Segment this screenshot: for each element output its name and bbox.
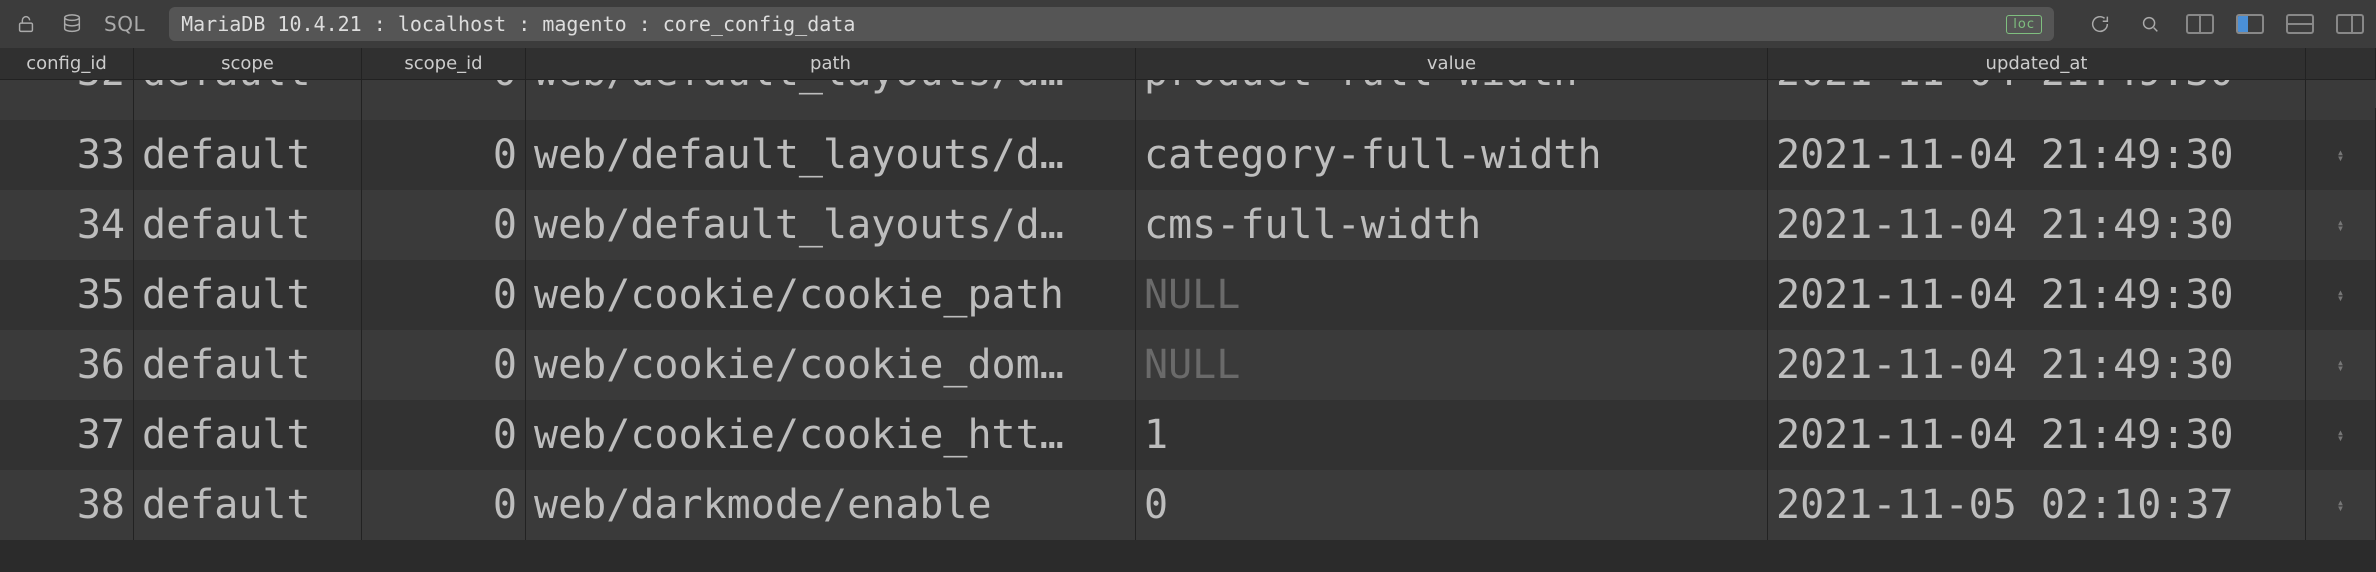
table-row[interactable]: 36default0web/cookie/cookie_dom…NULL2021… [0, 330, 2376, 400]
cell-value[interactable]: NULL [1136, 260, 1768, 330]
toolbar: SQL MariaDB 10.4.21 : localhost : magent… [0, 0, 2376, 48]
footer-spacer [0, 540, 2376, 560]
column-header-updated_at[interactable]: updated_at [1768, 48, 2306, 79]
panel-right-icon[interactable] [2336, 14, 2364, 34]
cell-updated_at[interactable]: 2021-11-04 21:49:30 [1768, 330, 2306, 400]
column-header-scope[interactable]: scope [134, 48, 362, 79]
breadcrumb-text: MariaDB 10.4.21 : localhost : magento : … [181, 12, 855, 36]
cell-config_id[interactable]: 35 [0, 260, 134, 330]
cell-path[interactable]: web/darkmode/enable [526, 470, 1136, 540]
table-header: config_idscopescope_idpathvalueupdated_a… [0, 48, 2376, 80]
cell-value[interactable]: 0 [1136, 470, 1768, 540]
search-icon[interactable] [2136, 10, 2164, 38]
cell-scope[interactable]: default [134, 80, 362, 120]
panel-bottom-icon[interactable] [2286, 14, 2314, 34]
cell-value[interactable]: 1 [1136, 400, 1768, 470]
cell-value[interactable]: cms-full-width [1136, 190, 1768, 260]
cell-updated_at[interactable]: 2021-11-04 21:49:30 [1768, 190, 2306, 260]
cell-config_id[interactable]: 33 [0, 120, 134, 190]
table-row[interactable]: 38default0web/darkmode/enable02021-11-05… [0, 470, 2376, 540]
column-header-config_id[interactable]: config_id [0, 48, 134, 79]
cell-scope[interactable]: default [134, 120, 362, 190]
cell-config_id[interactable]: 32 [0, 80, 134, 120]
row-reorder-icon[interactable]: ▴▾ [2306, 120, 2376, 190]
table-body: 32default0web/default_layouts/d…product-… [0, 80, 2376, 540]
table-row[interactable]: 35default0web/cookie/cookie_pathNULL2021… [0, 260, 2376, 330]
cell-path[interactable]: web/default_layouts/d… [526, 80, 1136, 120]
cell-config_id[interactable]: 36 [0, 330, 134, 400]
table-row[interactable]: 32default0web/default_layouts/d…product-… [0, 80, 2376, 120]
cell-scope_id[interactable]: 0 [362, 400, 526, 470]
cell-updated_at[interactable]: 2021-11-04 21:49:30 [1768, 80, 2306, 120]
column-header-path[interactable]: path [526, 48, 1136, 79]
lock-icon[interactable] [12, 10, 40, 38]
cell-path[interactable]: web/cookie/cookie_path [526, 260, 1136, 330]
cell-path[interactable]: web/cookie/cookie_dom… [526, 330, 1136, 400]
sql-label[interactable]: SQL [104, 12, 145, 36]
cell-config_id[interactable]: 38 [0, 470, 134, 540]
refresh-icon[interactable] [2086, 10, 2114, 38]
cell-updated_at[interactable]: 2021-11-04 21:49:30 [1768, 260, 2306, 330]
cell-scope_id[interactable]: 0 [362, 330, 526, 400]
cell-value[interactable]: category-full-width [1136, 120, 1768, 190]
row-reorder-icon[interactable]: ▴▾ [2306, 108, 2376, 120]
table-row[interactable]: 34default0web/default_layouts/d…cms-full… [0, 190, 2376, 260]
cell-value[interactable]: product-full-width [1136, 80, 1768, 120]
cell-path[interactable]: web/default_layouts/d… [526, 120, 1136, 190]
row-reorder-icon[interactable]: ▴▾ [2306, 190, 2376, 260]
cell-scope_id[interactable]: 0 [362, 470, 526, 540]
column-header-sort [2306, 48, 2376, 79]
cell-updated_at[interactable]: 2021-11-04 21:49:30 [1768, 120, 2306, 190]
cell-scope_id[interactable]: 0 [362, 190, 526, 260]
row-reorder-icon[interactable]: ▴▾ [2306, 260, 2376, 330]
cell-scope_id[interactable]: 0 [362, 80, 526, 120]
breadcrumb[interactable]: MariaDB 10.4.21 : localhost : magento : … [169, 7, 2054, 41]
cell-config_id[interactable]: 34 [0, 190, 134, 260]
cell-scope_id[interactable]: 0 [362, 120, 526, 190]
cell-updated_at[interactable]: 2021-11-05 02:10:37 [1768, 470, 2306, 540]
cell-path[interactable]: web/cookie/cookie_htt… [526, 400, 1136, 470]
column-header-scope_id[interactable]: scope_id [362, 48, 526, 79]
cell-scope[interactable]: default [134, 190, 362, 260]
cell-value[interactable]: NULL [1136, 330, 1768, 400]
panel-left-icon[interactable] [2236, 14, 2264, 34]
panel-sidebyside-icon[interactable] [2186, 14, 2214, 34]
cell-scope_id[interactable]: 0 [362, 260, 526, 330]
cell-scope[interactable]: default [134, 330, 362, 400]
cell-config_id[interactable]: 37 [0, 400, 134, 470]
column-header-value[interactable]: value [1136, 48, 1768, 79]
table-row[interactable]: 37default0web/cookie/cookie_htt…12021-11… [0, 400, 2376, 470]
cell-path[interactable]: web/default_layouts/d… [526, 190, 1136, 260]
row-reorder-icon[interactable]: ▴▾ [2306, 470, 2376, 540]
table-row[interactable]: 33default0web/default_layouts/d…category… [0, 120, 2376, 190]
row-reorder-icon[interactable]: ▴▾ [2306, 330, 2376, 400]
row-reorder-icon[interactable]: ▴▾ [2306, 400, 2376, 470]
cell-scope[interactable]: default [134, 400, 362, 470]
database-icon[interactable] [58, 10, 86, 38]
cell-scope[interactable]: default [134, 260, 362, 330]
cell-updated_at[interactable]: 2021-11-04 21:49:30 [1768, 400, 2306, 470]
location-badge: loc [2006, 15, 2042, 34]
cell-scope[interactable]: default [134, 470, 362, 540]
